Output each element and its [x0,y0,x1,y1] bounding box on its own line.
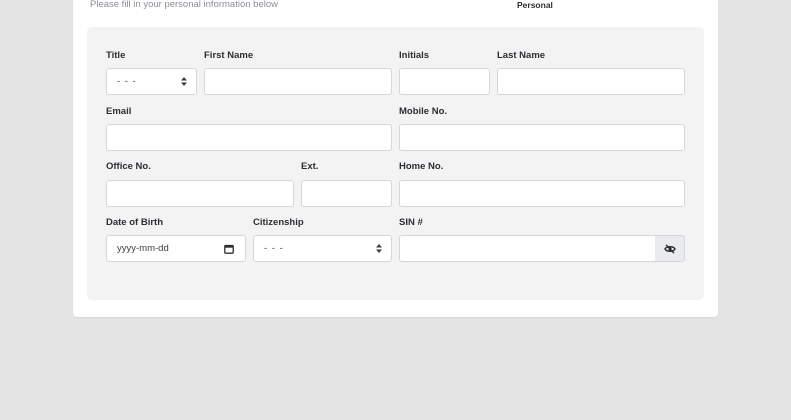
citizenship-select-value: - - - [264,243,284,254]
dob-label: Date of Birth [106,217,163,228]
title-label: Title [106,50,126,61]
office-input[interactable] [106,180,294,207]
toggle-sin-visibility-button[interactable] [655,235,685,262]
title-select-value: - - - [117,76,137,87]
mobile-input[interactable] [399,124,685,151]
home-label: Home No. [399,161,444,172]
ext-label: Ext. [301,161,319,172]
citizenship-select[interactable]: - - - [253,235,392,262]
citizenship-label: Citizenship [253,217,304,228]
dob-placeholder: yyyy-mm-dd [117,243,169,254]
sort-caret-icon [181,77,187,86]
step-label-personal[interactable]: Personal [517,0,553,10]
form-subtitle: Please fill in your personal information… [90,0,278,10]
email-input[interactable] [106,124,392,151]
home-input[interactable] [399,180,685,207]
first-name-label: First Name [204,50,254,61]
initials-input[interactable] [399,68,490,95]
last-name-label: Last Name [497,50,546,61]
title-select[interactable]: - - - [106,68,197,95]
first-name-input[interactable] [204,68,392,95]
mobile-label: Mobile No. [399,106,448,117]
sort-caret-icon [376,244,382,253]
ext-input[interactable] [301,180,392,207]
last-name-input[interactable] [497,68,685,95]
initials-label: Initials [399,50,430,61]
eye-slash-icon [664,244,676,254]
office-label: Office No. [106,161,151,172]
email-label: Email [106,106,132,117]
dob-input[interactable]: yyyy-mm-dd [106,235,246,262]
sin-input[interactable] [399,235,656,262]
sin-label: SIN # [399,217,423,228]
calendar-icon[interactable] [224,244,234,254]
